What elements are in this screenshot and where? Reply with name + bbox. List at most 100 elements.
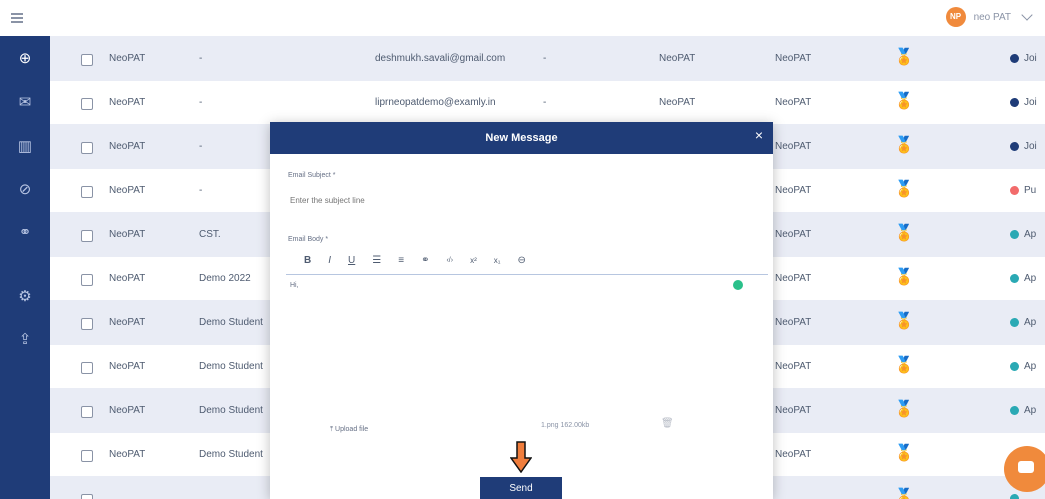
attached-file-name: 1.png 162.00kb [541, 422, 590, 429]
status-label: Joi [1024, 53, 1037, 64]
upload-icon[interactable]: ⇪ [16, 331, 34, 349]
chat-icon [1018, 461, 1034, 473]
badge-icon[interactable]: 🏅 [894, 357, 914, 375]
cell-email: liprneopatdemo@examly.in [375, 97, 496, 108]
status-label: Ap [1024, 405, 1037, 416]
grammar-check-icon[interactable] [733, 280, 743, 290]
cell-company: NeoPAT [775, 185, 812, 196]
settings-icon[interactable]: ⚙ [16, 288, 34, 306]
badge-icon[interactable]: 🏅 [894, 313, 914, 331]
user-menu[interactable]: NP neo PAT [945, 6, 1033, 28]
cell-org: NeoPAT [109, 449, 146, 460]
chevron-down-icon [1021, 9, 1033, 21]
chart-icon[interactable]: ▥ [16, 138, 34, 156]
status-label: Pu [1024, 185, 1037, 196]
cell-org: NeoPAT [109, 317, 146, 328]
row-checkbox[interactable] [81, 362, 93, 374]
status-label: Ap [1024, 317, 1037, 328]
table-row[interactable]: NeoPAT - liprneopatdemo@examly.in - NeoPAT Ne… [50, 80, 1045, 125]
cell-name: Demo Student [199, 405, 263, 416]
row-checkbox[interactable] [81, 406, 93, 418]
status-label: Joi [1024, 97, 1037, 108]
hamburger-menu-icon[interactable] [11, 13, 23, 23]
cell-org: NeoPAT [109, 97, 146, 108]
badge-icon[interactable]: 🏅 [894, 489, 914, 499]
email-body-label: Email Body * [288, 236, 329, 243]
cell-name: - [199, 141, 203, 152]
email-body-editor[interactable]: Hi, [286, 276, 768, 406]
subscript-button[interactable]: x₁ [494, 256, 501, 265]
badge-icon[interactable]: 🏅 [894, 225, 914, 243]
underline-button[interactable]: U [348, 255, 355, 266]
bold-button[interactable]: B [304, 255, 311, 266]
badge-icon[interactable]: 🏅 [894, 401, 914, 419]
send-button[interactable]: Send [480, 477, 562, 499]
link-icon[interactable]: ⚭ [16, 224, 34, 242]
row-checkbox[interactable] [81, 98, 93, 110]
email-subject-input[interactable] [288, 190, 752, 210]
check-circle-icon[interactable]: ⊘ [16, 181, 34, 199]
cell-name: CST. [199, 229, 221, 240]
cell-company: NeoPAT [775, 317, 812, 328]
cell-company: NeoPAT [775, 53, 812, 64]
badge-icon[interactable]: 🏅 [894, 137, 914, 155]
row-checkbox[interactable] [81, 54, 93, 66]
sidebar: ⊕ ✉ ▥ ⊘ ⚭ ⚙ ⇪ [0, 36, 50, 499]
status-label: Ap [1024, 273, 1037, 284]
cell-college: NeoPAT [659, 97, 696, 108]
cell-company: NeoPAT [775, 229, 812, 240]
close-button[interactable]: × [745, 122, 773, 150]
status-dot [1010, 98, 1019, 107]
status-dot [1010, 274, 1019, 283]
mail-icon[interactable]: ✉ [16, 94, 34, 112]
cell-org: NeoPAT [109, 361, 146, 372]
cell-name: Demo 2022 [199, 273, 251, 284]
cell-company: NeoPAT [775, 97, 812, 108]
cell-org: NeoPAT [109, 273, 146, 284]
badge-icon[interactable]: 🏅 [894, 445, 914, 463]
status-dot [1010, 142, 1019, 151]
status-dot [1010, 230, 1019, 239]
row-checkbox[interactable] [81, 142, 93, 154]
upload-file-button[interactable]: ⤒ Upload file [330, 426, 368, 434]
row-checkbox[interactable] [81, 450, 93, 462]
status-dot [1010, 186, 1019, 195]
badge-icon[interactable]: 🏅 [894, 181, 914, 199]
superscript-button[interactable]: x² [470, 256, 477, 265]
badge-icon[interactable]: 🏅 [894, 93, 914, 111]
badge-icon[interactable]: 🏅 [894, 49, 914, 67]
row-checkbox[interactable] [81, 318, 93, 330]
row-checkbox[interactable] [81, 274, 93, 286]
trash-icon[interactable]: 🗑 [661, 418, 674, 429]
cell-company: NeoPAT [775, 141, 812, 152]
cell-org: NeoPAT [109, 405, 146, 416]
cell-name: - [199, 185, 203, 196]
status-dot [1010, 54, 1019, 63]
cell-phone: - [543, 97, 547, 108]
globe-icon[interactable]: ⊕ [16, 50, 34, 68]
ordered-list-button[interactable]: ☰ [372, 255, 381, 266]
italic-button[interactable]: I [328, 255, 331, 266]
link-button[interactable]: ⚭ [421, 255, 429, 266]
badge-icon[interactable]: 🏅 [894, 269, 914, 287]
top-bar: NP neo PAT [0, 0, 1045, 36]
table-row[interactable]: NeoPAT - deshmukh.savali@gmail.com - NeoPAT N… [50, 36, 1045, 81]
modal-title: New Message [270, 122, 773, 154]
row-checkbox[interactable] [81, 230, 93, 242]
cell-email: deshmukh.savali@gmail.com [375, 53, 506, 64]
cell-company: NeoPAT [775, 449, 812, 460]
bullet-list-button[interactable]: ≡ [398, 255, 404, 266]
clear-format-button[interactable]: ⊖ [517, 255, 525, 266]
cell-company: NeoPAT [775, 405, 812, 416]
cell-company: NeoPAT [775, 361, 812, 372]
email-subject-label: Email Subject * [288, 172, 336, 179]
cell-company: NeoPAT [775, 273, 812, 284]
row-checkbox[interactable] [81, 494, 93, 499]
row-checkbox[interactable] [81, 186, 93, 198]
arrow-down-icon [510, 441, 532, 473]
status-label: Ap [1024, 229, 1037, 240]
chat-widget-button[interactable] [1004, 446, 1045, 492]
cell-phone: - [543, 53, 547, 64]
code-button[interactable]: ‹/› [446, 257, 453, 264]
status-dot [1010, 406, 1019, 415]
